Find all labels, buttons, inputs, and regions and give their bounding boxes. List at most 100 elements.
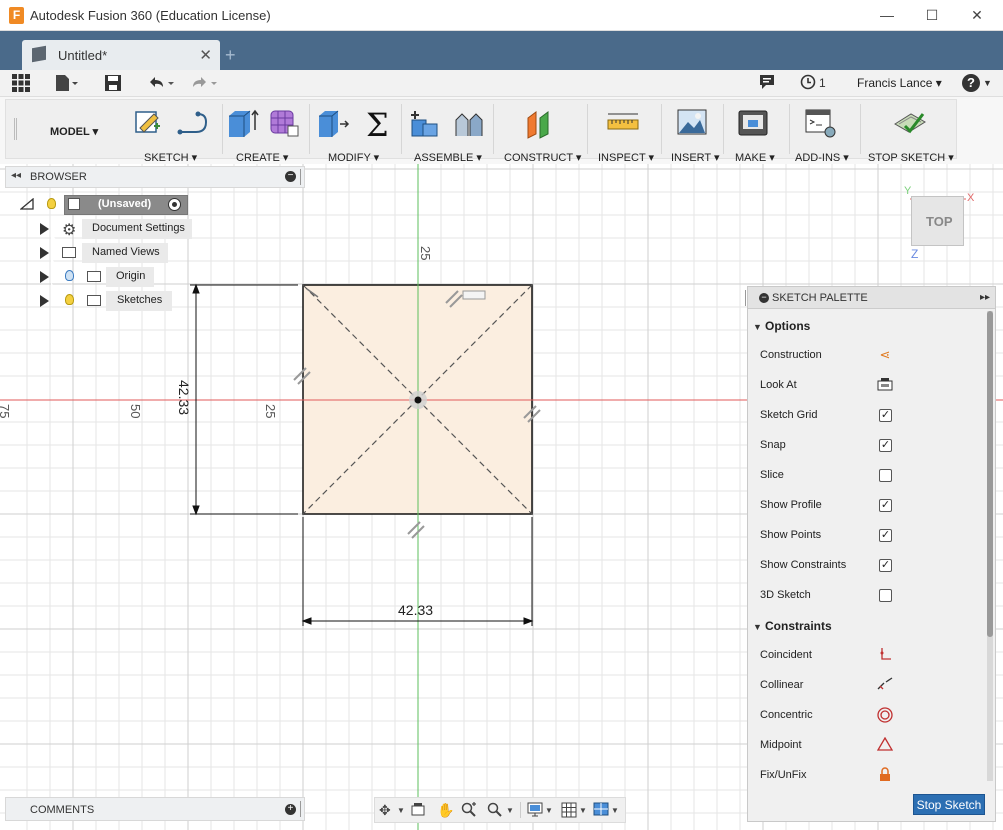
sketch-grid-checkbox[interactable]: ✓ (879, 409, 892, 422)
slice-checkbox[interactable] (879, 469, 892, 482)
look-at-icon[interactable] (876, 377, 894, 393)
constraint-collinear[interactable]: Collinear (760, 677, 893, 691)
3d-print-icon[interactable] (737, 108, 768, 138)
zoom-dropdown-icon[interactable]: ▼ (506, 806, 514, 815)
stop-sketch-group-label[interactable]: STOP SKETCH ▾ (868, 151, 954, 164)
expanded-triangle-icon[interactable] (20, 198, 34, 210)
center-point[interactable] (414, 396, 422, 404)
option-snap[interactable]: Snap ✓ (760, 439, 892, 452)
form-icon[interactable] (268, 108, 299, 138)
show-profile-checkbox[interactable]: ✓ (879, 499, 892, 512)
look-at-nav-icon[interactable] (411, 802, 425, 819)
modify-group-label[interactable]: MODIFY ▾ (328, 151, 379, 164)
inspect-group-label[interactable]: INSPECT ▾ (598, 151, 654, 164)
collapse-browser-icon[interactable]: ◂◂ (11, 170, 21, 181)
browser-root-node[interactable]: (Unsaved) (20, 195, 190, 215)
job-status-icon[interactable] (800, 74, 816, 92)
grid-dropdown-icon[interactable]: ▼ (579, 806, 587, 815)
data-panel-grid-icon[interactable] (12, 74, 30, 92)
parameters-sigma-icon[interactable]: Σ (364, 106, 394, 144)
option-sketch-grid[interactable]: Sketch Grid ✓ (760, 409, 892, 422)
sketch-palette-header[interactable]: − SKETCH PALETTE ▸▸ (745, 287, 995, 309)
orbit-dropdown-icon[interactable]: ▼ (397, 806, 405, 815)
viewports-icon[interactable] (593, 802, 609, 819)
expand-triangle-icon[interactable] (40, 247, 56, 267)
undo-icon[interactable] (146, 74, 176, 92)
grid-snap-icon[interactable] (561, 802, 577, 821)
palette-grip[interactable] (745, 290, 746, 306)
viewcube-face-label[interactable]: TOP (926, 214, 953, 229)
browser-item-sketches[interactable]: Sketches (40, 291, 175, 315)
maximize-button[interactable]: ☐ (915, 5, 949, 25)
constraint-coincident[interactable]: Coincident (760, 648, 891, 661)
line-icon[interactable] (176, 108, 208, 138)
palette-expand-icon[interactable]: ▸▸ (980, 292, 990, 303)
comments-panel[interactable]: COMMENTS + (5, 797, 305, 821)
browser-panel-header[interactable]: ◂◂ BROWSER − (5, 166, 305, 188)
zoom-icon[interactable] (461, 802, 477, 821)
document-tab[interactable]: Untitled* ✕ (22, 40, 220, 70)
construct-group-label[interactable]: CONSTRUCT ▾ (504, 151, 581, 164)
option-construction[interactable]: Construction ⋖ (760, 347, 890, 362)
lock-icon[interactable] (876, 767, 894, 783)
notifications-icon[interactable] (759, 74, 775, 92)
fit-zoom-icon[interactable] (487, 802, 503, 821)
new-tab-button[interactable]: + (225, 45, 236, 66)
close-window-button[interactable]: ✕ (960, 5, 994, 25)
visibility-bulb-icon[interactable] (65, 294, 74, 305)
concentric-icon[interactable] (876, 707, 894, 723)
palette-scrollbar-thumb[interactable] (987, 311, 993, 637)
option-show-profile[interactable]: Show Profile ✓ (760, 499, 892, 512)
expand-triangle-icon[interactable] (40, 295, 56, 315)
press-pull-icon[interactable] (316, 108, 350, 138)
visibility-bulb-icon[interactable] (47, 198, 56, 209)
constraints-collapse-icon[interactable]: ▼ (753, 622, 762, 632)
construction-icon[interactable]: ⋖ (876, 347, 894, 363)
extrude-icon[interactable] (226, 108, 259, 138)
options-collapse-icon[interactable]: ▼ (753, 322, 762, 332)
user-menu[interactable]: Francis Lance ▾ (857, 76, 942, 90)
pan-hand-icon[interactable]: ✋ (437, 802, 454, 819)
collinear-icon[interactable] (876, 677, 894, 693)
horizontal-dimension-value[interactable]: 42.33 (398, 602, 433, 618)
browser-minimize-icon[interactable]: − (285, 171, 296, 182)
toolbar-grip[interactable] (14, 118, 17, 140)
addins-group-label[interactable]: ADD-INS ▾ (795, 151, 849, 164)
option-show-points[interactable]: Show Points ✓ (760, 529, 892, 542)
make-group-label[interactable]: MAKE ▾ (735, 151, 775, 164)
display-settings-icon[interactable] (527, 802, 543, 820)
create-sketch-icon[interactable] (134, 108, 164, 138)
create-group-label[interactable]: CREATE ▾ (236, 151, 288, 164)
help-icon[interactable]: ? (962, 74, 980, 92)
stop-sketch-icon[interactable] (893, 108, 926, 138)
palette-minimize-icon[interactable]: − (759, 293, 769, 303)
3d-sketch-checkbox[interactable] (879, 589, 892, 602)
file-menu-icon[interactable] (55, 74, 79, 92)
browser-item-origin[interactable]: Origin (40, 267, 155, 291)
viewcube[interactable]: TOP (911, 196, 964, 246)
expand-triangle-icon[interactable] (40, 271, 56, 291)
new-component-icon[interactable] (409, 108, 439, 138)
constraint-midpoint[interactable]: Midpoint (760, 736, 894, 751)
option-look-at[interactable]: Look At (760, 378, 893, 391)
constraint-concentric[interactable]: Concentric (760, 707, 893, 723)
insert-canvas-icon[interactable] (676, 108, 707, 138)
option-3d-sketch[interactable]: 3D Sketch (760, 589, 892, 602)
vertical-dimension-value[interactable]: 42.33 (176, 380, 192, 415)
browser-item-document-settings[interactable]: ⚙ Document Settings (40, 219, 195, 243)
coincident-icon[interactable] (876, 647, 894, 663)
assemble-group-label[interactable]: ASSEMBLE ▾ (414, 151, 482, 164)
orbit-icon[interactable]: ✥ (379, 802, 391, 819)
comments-grip[interactable] (300, 801, 301, 817)
stop-sketch-button[interactable]: Stop Sketch (913, 794, 985, 815)
close-tab-icon[interactable]: ✕ (199, 46, 212, 64)
option-slice[interactable]: Slice (760, 469, 892, 482)
snap-checkbox[interactable]: ✓ (879, 439, 892, 452)
viewports-dropdown-icon[interactable]: ▼ (611, 806, 619, 815)
display-dropdown-icon[interactable]: ▼ (545, 806, 553, 815)
midpoint-icon[interactable] (876, 736, 894, 753)
constraints-section-header[interactable]: Constraints (765, 619, 832, 633)
workspace-switcher[interactable]: MODEL ▾ (50, 125, 98, 138)
option-show-constraints[interactable]: Show Constraints ✓ (760, 559, 892, 572)
browser-item-named-views[interactable]: Named Views (40, 243, 170, 267)
